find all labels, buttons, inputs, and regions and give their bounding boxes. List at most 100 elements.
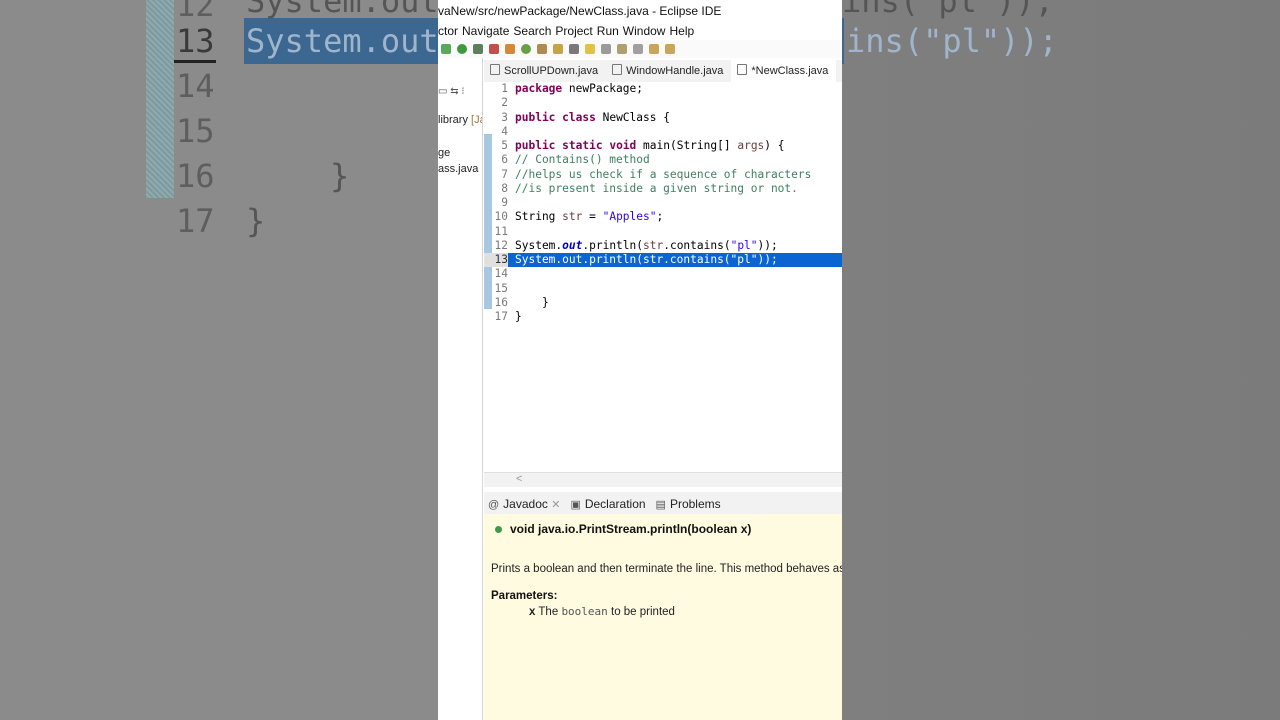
code-line[interactable]: 16 } (484, 296, 842, 310)
param-name: x (529, 606, 536, 618)
tree-item-package[interactable]: ge (438, 147, 450, 159)
background-gutter (146, 0, 174, 198)
new-java-project-icon[interactable] (505, 44, 515, 54)
line-number: 1 (501, 82, 508, 95)
line-number: 12 (494, 238, 508, 252)
tree-item-class-file[interactable]: ass.java (438, 163, 478, 175)
line-number: 17 (494, 310, 508, 323)
line-number: 5 (501, 139, 508, 152)
tab-label: Declaration (584, 497, 646, 511)
code-line[interactable]: 14 (484, 267, 842, 281)
menu-search[interactable]: Search (513, 24, 551, 38)
tab-windowhandle[interactable]: WindowHandle.java (606, 60, 731, 82)
code-line[interactable]: 10 String str = "Apples"; (484, 210, 842, 224)
coverage-icon[interactable] (473, 44, 483, 54)
menu-refactor[interactable]: ctor (438, 24, 458, 38)
tab-javadoc[interactable]: @ Javadoc ✕ (484, 492, 566, 514)
line-number: 6 (501, 153, 508, 167)
new-class-icon[interactable] (521, 44, 531, 54)
background-line-number: 15 (176, 112, 215, 150)
code-line[interactable]: 9 (484, 196, 842, 210)
code-line[interactable]: 3 public class NewClass { (484, 111, 842, 125)
toggle-mark-icon[interactable] (569, 44, 579, 54)
code-editor[interactable]: 1 package newPackage; 2 3 public class NewCl… (484, 82, 842, 472)
background-brace: } (246, 202, 266, 240)
problems-icon: ▤ (655, 499, 666, 511)
tab-problems[interactable]: ▤ Problems (652, 492, 727, 514)
code-text: System.out.println(str.contains("pl")); (515, 253, 778, 266)
code-line[interactable]: 17} (484, 310, 842, 324)
declaration-icon: ▣ (570, 499, 581, 511)
java-file-icon (737, 64, 748, 75)
method-description: Prints a boolean and then terminate the … (491, 563, 842, 575)
code-line[interactable]: 11 (484, 225, 842, 239)
tree-item-library[interactable]: library [Ja (438, 114, 482, 126)
code-line[interactable]: 12 System.out.println(str.contains("pl"))… (484, 239, 842, 253)
close-icon[interactable]: ✕ (551, 499, 560, 511)
code-text: //helps us check if a sequence of charac… (515, 167, 812, 181)
tab-label: *NewClass.java (751, 65, 829, 77)
line-number: 11 (494, 224, 508, 238)
run-icon[interactable] (457, 44, 467, 54)
code-text: //is present inside a given string or no… (515, 181, 798, 195)
next-annotation-icon[interactable] (633, 44, 643, 54)
show-whitespace-icon[interactable] (601, 44, 611, 54)
code-line[interactable]: 1 package newPackage; (484, 82, 842, 96)
tree-item-label: library (438, 114, 468, 126)
code-line[interactable]: 4 (484, 125, 842, 139)
toggle-breadcrumb-icon[interactable] (585, 44, 595, 54)
scroll-left-icon[interactable]: < (516, 473, 522, 485)
tab-newclass[interactable]: *NewClass.java (731, 60, 837, 82)
line-number: 14 (494, 267, 508, 281)
code-line[interactable]: 2 (484, 96, 842, 110)
code-line[interactable]: 5 public static void main(String[] args) … (484, 139, 842, 153)
code-text: package newPackage; (515, 82, 643, 95)
code-text: } (515, 295, 549, 309)
debug-icon[interactable] (441, 44, 451, 54)
code-text: public class NewClass { (515, 110, 670, 124)
line-number: 2 (501, 96, 508, 110)
package-explorer: ▭ ⇆ ⁝ library [Ja ge ass.java (438, 58, 483, 720)
background-line-underline (174, 60, 216, 63)
menu-help[interactable]: Help (669, 24, 694, 38)
code-text: // Contains() method (515, 153, 650, 167)
search-icon[interactable] (553, 44, 563, 54)
code-line[interactable]: 7 //helps us check if a sequence of chara… (484, 168, 842, 182)
window-title: vaNew/src/newPackage/NewClass.java - Ecl… (438, 4, 722, 18)
title-bar: vaNew/src/newPackage/NewClass.java - Ecl… (438, 0, 842, 22)
tab-declaration[interactable]: ▣ Declaration (566, 492, 651, 514)
forward-icon[interactable] (665, 44, 675, 54)
parameters-heading: Parameters: (491, 590, 558, 602)
bottom-panel-tabs: @ Javadoc ✕ ▣ Declaration ▤ Problems (484, 492, 842, 515)
menu-project[interactable]: Project (555, 24, 592, 38)
code-line[interactable]: 15 (484, 282, 842, 296)
line-number: 3 (501, 110, 508, 124)
menu-navigate[interactable]: Navigate (462, 24, 509, 38)
back-icon[interactable] (649, 44, 659, 54)
method-signature: void java.io.PrintStream.println(boolean… (510, 522, 752, 536)
code-text: public static void main(String[] args) { (515, 139, 785, 152)
code-line[interactable]: 8 //is present inside a given string or n… (484, 182, 842, 196)
line-number: 7 (501, 167, 508, 181)
line-number: 10 (494, 210, 508, 224)
open-type-icon[interactable] (537, 44, 547, 54)
code-line[interactable]: 6 // Contains() method (484, 153, 842, 167)
menu-run[interactable]: Run (597, 24, 619, 38)
tree-item-suffix: [Ja (471, 114, 482, 126)
tab-label: Problems (669, 497, 721, 511)
line-number: 9 (501, 196, 508, 209)
background-brace: } (330, 157, 350, 195)
code-text: System.out.println(str.contains("pl")); (515, 238, 778, 252)
code-line[interactable]: 13 System.out.println(str.contains("pl"))… (484, 253, 842, 267)
background-code-selected: ins("pl")); (846, 22, 1058, 60)
tab-scrollupdown[interactable]: ScrollUPDown.java (484, 60, 606, 82)
menu-bar: ctor Navigate Search Project Run Window Help (438, 22, 842, 40)
parameter-item: x The boolean to be printed (529, 605, 675, 618)
background-line-number: 14 (176, 67, 215, 105)
eclipse-window: vaNew/src/newPackage/NewClass.java - Ecl… (438, 0, 842, 720)
menu-window[interactable]: Window (623, 24, 666, 38)
package-explorer-toolbar: ▭ ⇆ ⁝ (438, 86, 465, 97)
external-tools-icon[interactable] (489, 44, 499, 54)
horizontal-scrollbar[interactable]: < (484, 472, 842, 487)
annotation-icon[interactable] (617, 44, 627, 54)
